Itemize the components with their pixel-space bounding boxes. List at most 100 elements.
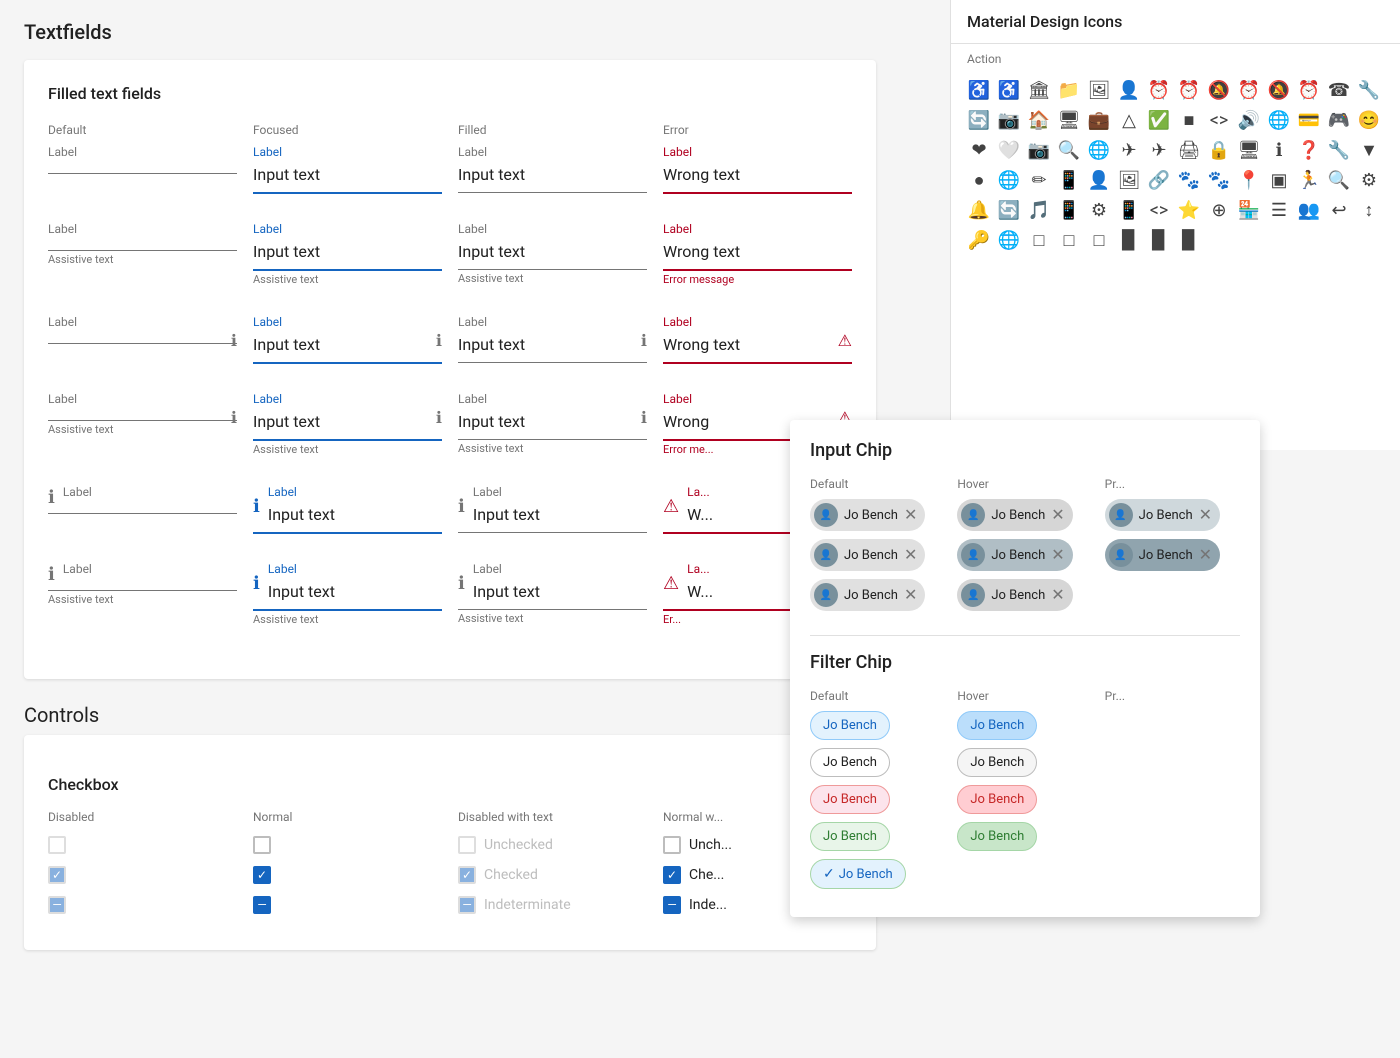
icon-undo[interactable]: ↩	[1327, 198, 1351, 222]
icon-flight[interactable]: ✈	[1117, 138, 1141, 162]
field-filled-3[interactable]: Label Input text ℹ	[458, 315, 647, 368]
checkbox-unchecked[interactable]	[253, 836, 271, 854]
icon-search[interactable]: 🔍	[1057, 138, 1081, 162]
icon-mood[interactable]: 😊	[1357, 108, 1381, 132]
icon-print[interactable]: 🖨	[1177, 138, 1201, 162]
icon-notification[interactable]: 🔔	[967, 198, 991, 222]
icon-grid[interactable]: ▣	[1267, 168, 1291, 192]
input-chip[interactable]: 👤 Jo Bench ✕	[810, 539, 925, 571]
icon-cached[interactable]: 🔄	[997, 198, 1021, 222]
checkbox-unchecked-disabled[interactable]	[48, 836, 66, 854]
input-chip-pressed-2[interactable]: 👤 Jo Bench ✕	[1105, 539, 1220, 571]
icon-person[interactable]: 👤	[1087, 168, 1111, 192]
icon-games[interactable]: 🎮	[1327, 108, 1351, 132]
icon-code-2[interactable]: <>	[1147, 198, 1171, 222]
icon-bluetooth[interactable]: 📱	[1057, 198, 1081, 222]
chip-close-icon[interactable]: ✕	[1051, 587, 1064, 603]
field-focused-3[interactable]: Label Input text ℹ	[253, 315, 442, 368]
field-filled-2[interactable]: Label Input text Assistive text	[458, 222, 647, 291]
field-focused-5[interactable]: ℹ Label Input text	[253, 485, 442, 538]
icon-account-circle[interactable]: 👤	[1117, 78, 1141, 102]
icon-accessible[interactable]: ♿	[997, 78, 1021, 102]
checkbox-checked-text[interactable]: ✓	[663, 866, 681, 884]
chip-close-icon[interactable]: ✕	[1051, 507, 1064, 523]
icon-camera[interactable]: 📷	[997, 108, 1021, 132]
icon-menu[interactable]: ☰	[1267, 198, 1291, 222]
icon-bar-2[interactable]: ▉	[1147, 228, 1171, 252]
icon-account-balance[interactable]: 🏛	[1027, 78, 1051, 102]
icon-crop-landscape[interactable]: □	[1057, 228, 1081, 252]
checkbox-unchecked-text[interactable]	[663, 836, 681, 854]
icon-smartphone[interactable]: 📱	[1117, 198, 1141, 222]
icon-phone-iphone[interactable]: 📱	[1057, 168, 1081, 192]
filter-chip-green-hovered[interactable]: Jo Bench	[957, 822, 1037, 851]
icon-tune[interactable]: ⚙	[1087, 198, 1111, 222]
icon-stop[interactable]: ■	[1177, 108, 1201, 132]
icon-paw[interactable]: 🐾	[1207, 168, 1231, 192]
icon-home[interactable]: 🏠	[1027, 108, 1051, 132]
field-default-6[interactable]: ℹ Label Assistive text	[48, 562, 237, 631]
input-chip-hovered-selected[interactable]: 👤 Jo Bench ✕	[957, 539, 1072, 571]
icon-favorite-border[interactable]: 🤍	[997, 138, 1021, 162]
icon-favorite[interactable]: ❤	[967, 138, 991, 162]
checkbox-checked-disabled[interactable]: ✓	[48, 866, 66, 884]
field-filled-4[interactable]: Label Input text Assistive text ℹ	[458, 392, 647, 461]
filter-chip-neutral-hovered[interactable]: Jo Bench	[957, 748, 1037, 777]
icon-lock[interactable]: 🔒	[1207, 138, 1231, 162]
icon-settings[interactable]: 🔧	[1327, 138, 1351, 162]
field-filled-5[interactable]: ℹ Label Input text	[458, 485, 647, 538]
input-chip[interactable]: 👤 Jo Bench ✕	[810, 579, 925, 611]
icon-globe[interactable]: 🌐	[997, 228, 1021, 252]
chip-close-icon[interactable]: ✕	[904, 547, 917, 563]
field-focused-1[interactable]: Label Input text	[253, 145, 442, 198]
icon-help[interactable]: ❓	[1297, 138, 1321, 162]
icon-360[interactable]: 🌐	[1087, 138, 1111, 162]
icon-airplanemode[interactable]: ✈	[1147, 138, 1171, 162]
icon-schedule[interactable]: ⏰	[1297, 78, 1321, 102]
icon-code[interactable]: <>	[1207, 108, 1231, 132]
checkbox-indeterminate-disabled[interactable]: —	[48, 896, 66, 914]
field-default-5[interactable]: ℹ Label	[48, 485, 237, 538]
icon-alarm-off[interactable]: 🔕	[1207, 78, 1231, 102]
filter-chip-neutral[interactable]: Jo Bench	[810, 748, 890, 777]
field-error-3[interactable]: Label Wrong text ⚠	[663, 315, 852, 368]
filter-chip-green[interactable]: Jo Bench	[810, 822, 890, 851]
icon-swap[interactable]: ↕	[1357, 198, 1381, 222]
icon-bar-1[interactable]: ▉	[1117, 228, 1141, 252]
icon-group[interactable]: 👥	[1297, 198, 1321, 222]
icon-crop-square[interactable]: □	[1027, 228, 1051, 252]
input-chip-hovered-2[interactable]: 👤 Jo Bench ✕	[957, 579, 1072, 611]
checkbox-indeterminate-text[interactable]: —	[663, 896, 681, 914]
icon-settings-2[interactable]: ⚙	[1357, 168, 1381, 192]
icon-pets[interactable]: 🐾	[1177, 168, 1201, 192]
filter-chip-blue-hovered[interactable]: Jo Bench	[957, 711, 1037, 740]
icon-alarm[interactable]: ⏰	[1147, 78, 1171, 102]
icon-accessibility[interactable]: ♿	[967, 78, 991, 102]
checkbox-indeterminate[interactable]: —	[253, 896, 271, 914]
input-chip[interactable]: 👤 Jo Bench ✕	[810, 499, 925, 531]
icon-volume[interactable]: 🔊	[1237, 108, 1261, 132]
icon-bar-3[interactable]: ▉	[1177, 228, 1201, 252]
field-default-2[interactable]: Label Assistive text	[48, 222, 237, 291]
icon-link[interactable]: 🔗	[1147, 168, 1171, 192]
filter-chip-blue[interactable]: Jo Bench	[810, 711, 890, 740]
field-focused-6[interactable]: ℹ Label Input text Assistive text	[253, 562, 442, 631]
icon-autorenew[interactable]: 🔄	[967, 108, 991, 132]
checkbox-checked-disabled-text[interactable]: ✓	[458, 866, 476, 884]
field-default-3[interactable]: Label ℹ	[48, 315, 237, 368]
icon-store[interactable]: 🏪	[1237, 198, 1261, 222]
icon-add-circle[interactable]: ⊕	[1207, 198, 1231, 222]
icon-image[interactable]: 🖼	[1087, 78, 1111, 102]
field-filled-1[interactable]: Label Input text	[458, 145, 647, 198]
chip-close-icon[interactable]: ✕	[904, 587, 917, 603]
chip-close-icon[interactable]: ✕	[904, 507, 917, 523]
icon-language[interactable]: 🌐	[997, 168, 1021, 192]
icon-folder[interactable]: 📁	[1057, 78, 1081, 102]
filter-chip-red-hovered[interactable]: Jo Bench	[957, 785, 1037, 814]
input-chip-pressed[interactable]: 👤 Jo Bench ✕	[1105, 499, 1220, 531]
icon-work[interactable]: 💼	[1087, 108, 1111, 132]
icon-notifications-off[interactable]: 🔕	[1267, 78, 1291, 102]
chip-close-icon[interactable]: ✕	[1199, 547, 1212, 563]
checkbox-checked[interactable]: ✓	[253, 866, 271, 884]
icon-computer[interactable]: 🖥	[1057, 108, 1081, 132]
